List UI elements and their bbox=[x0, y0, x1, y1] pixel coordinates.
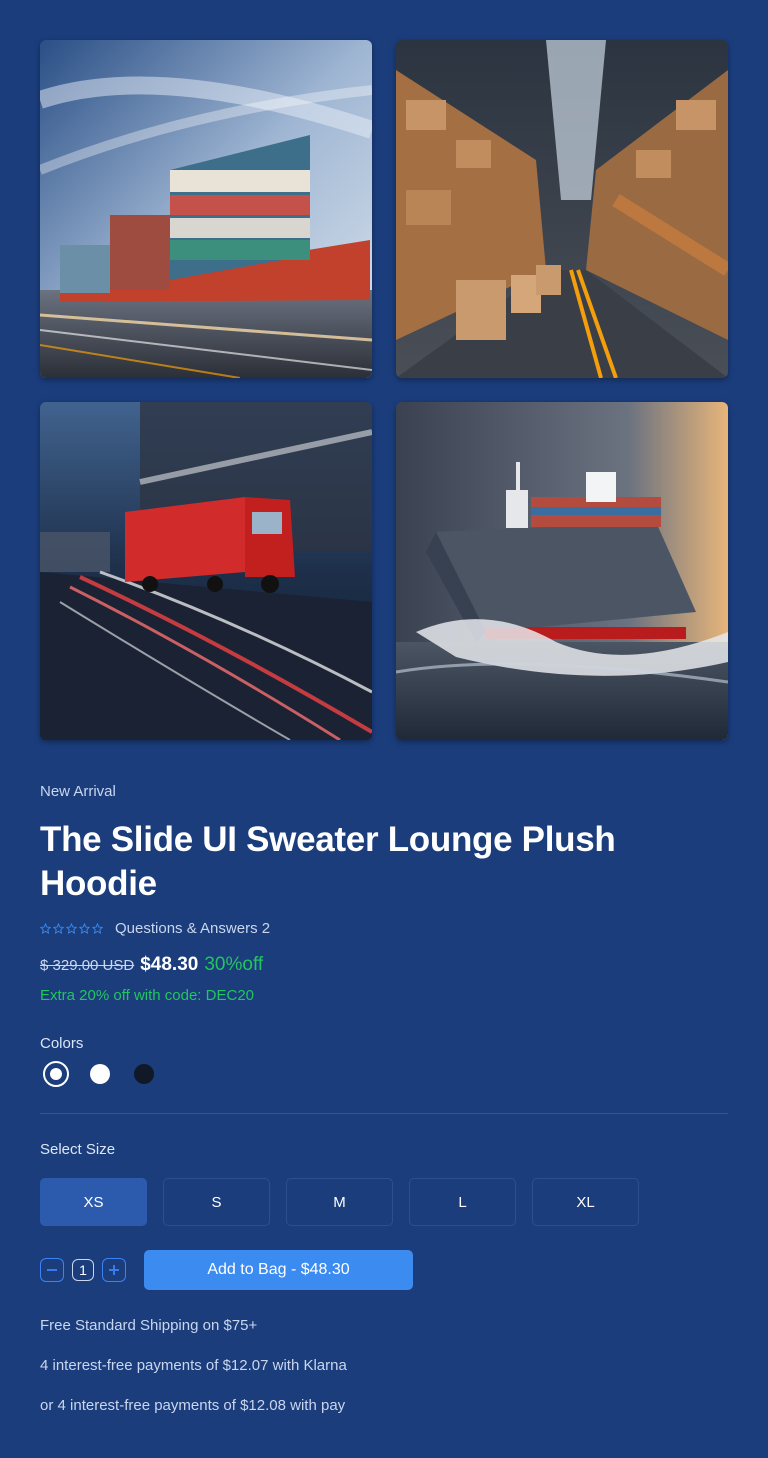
star-icon bbox=[66, 922, 77, 934]
rating-row: Questions & Answers 2 bbox=[40, 918, 270, 938]
quantity-stepper: 1 bbox=[40, 1258, 126, 1282]
product-eyebrow: New Arrival bbox=[40, 783, 116, 800]
star-icon bbox=[79, 922, 90, 934]
star-icon bbox=[53, 922, 64, 934]
size-button-xs[interactable]: XS bbox=[40, 1178, 147, 1226]
star-rating[interactable] bbox=[40, 922, 103, 934]
divider bbox=[40, 1113, 728, 1114]
product-gallery bbox=[40, 40, 728, 740]
star-icon bbox=[40, 922, 51, 934]
size-button-xl[interactable]: XL bbox=[532, 1178, 639, 1226]
gallery-image-warehouse[interactable] bbox=[396, 40, 728, 378]
quantity-value[interactable]: 1 bbox=[72, 1259, 94, 1281]
gallery-image-truck[interactable] bbox=[40, 402, 372, 740]
select-size-label: Select Size bbox=[40, 1141, 116, 1158]
size-button-l[interactable]: L bbox=[409, 1178, 516, 1226]
pay-info: or 4 interest-free payments of $12.08 wi… bbox=[40, 1397, 346, 1414]
questions-answers-link[interactable]: Questions & Answers 2 bbox=[115, 920, 270, 937]
size-button-m[interactable]: M bbox=[286, 1178, 393, 1226]
price-row: $ 329.00 USD $48.30 30%off bbox=[40, 954, 263, 976]
shipping-info: Free Standard Shipping on $75+ bbox=[40, 1317, 258, 1334]
colors-label: Colors bbox=[40, 1035, 84, 1052]
add-to-bag-button[interactable]: Add to Bag - $48.30 bbox=[144, 1250, 413, 1290]
product-title: The Slide UI Sweater Lounge Plush Hoodie bbox=[40, 820, 616, 903]
color-swatch-black[interactable] bbox=[134, 1064, 154, 1084]
size-options: XS S M L XL bbox=[40, 1178, 639, 1226]
star-icon bbox=[92, 922, 103, 934]
klarna-info: 4 interest-free payments of $12.07 with … bbox=[40, 1357, 347, 1374]
color-swatch-white[interactable] bbox=[90, 1064, 110, 1084]
increment-button[interactable] bbox=[102, 1258, 126, 1282]
discount-badge: 30%off bbox=[204, 954, 264, 975]
size-button-s[interactable]: S bbox=[163, 1178, 270, 1226]
decrement-button[interactable] bbox=[40, 1258, 64, 1282]
selected-dot bbox=[50, 1068, 62, 1080]
gallery-image-cargo-ship[interactable] bbox=[396, 402, 728, 740]
minus-icon bbox=[47, 1269, 57, 1271]
plus-icon bbox=[109, 1265, 119, 1275]
gallery-image-container-ship[interactable] bbox=[40, 40, 372, 378]
original-price: $ 329.00 USD bbox=[40, 957, 135, 974]
color-swatch-selected[interactable] bbox=[43, 1061, 69, 1087]
promo-code-text: Extra 20% off with code: DEC20 bbox=[40, 987, 254, 1004]
sale-price: $48.30 bbox=[140, 954, 199, 975]
